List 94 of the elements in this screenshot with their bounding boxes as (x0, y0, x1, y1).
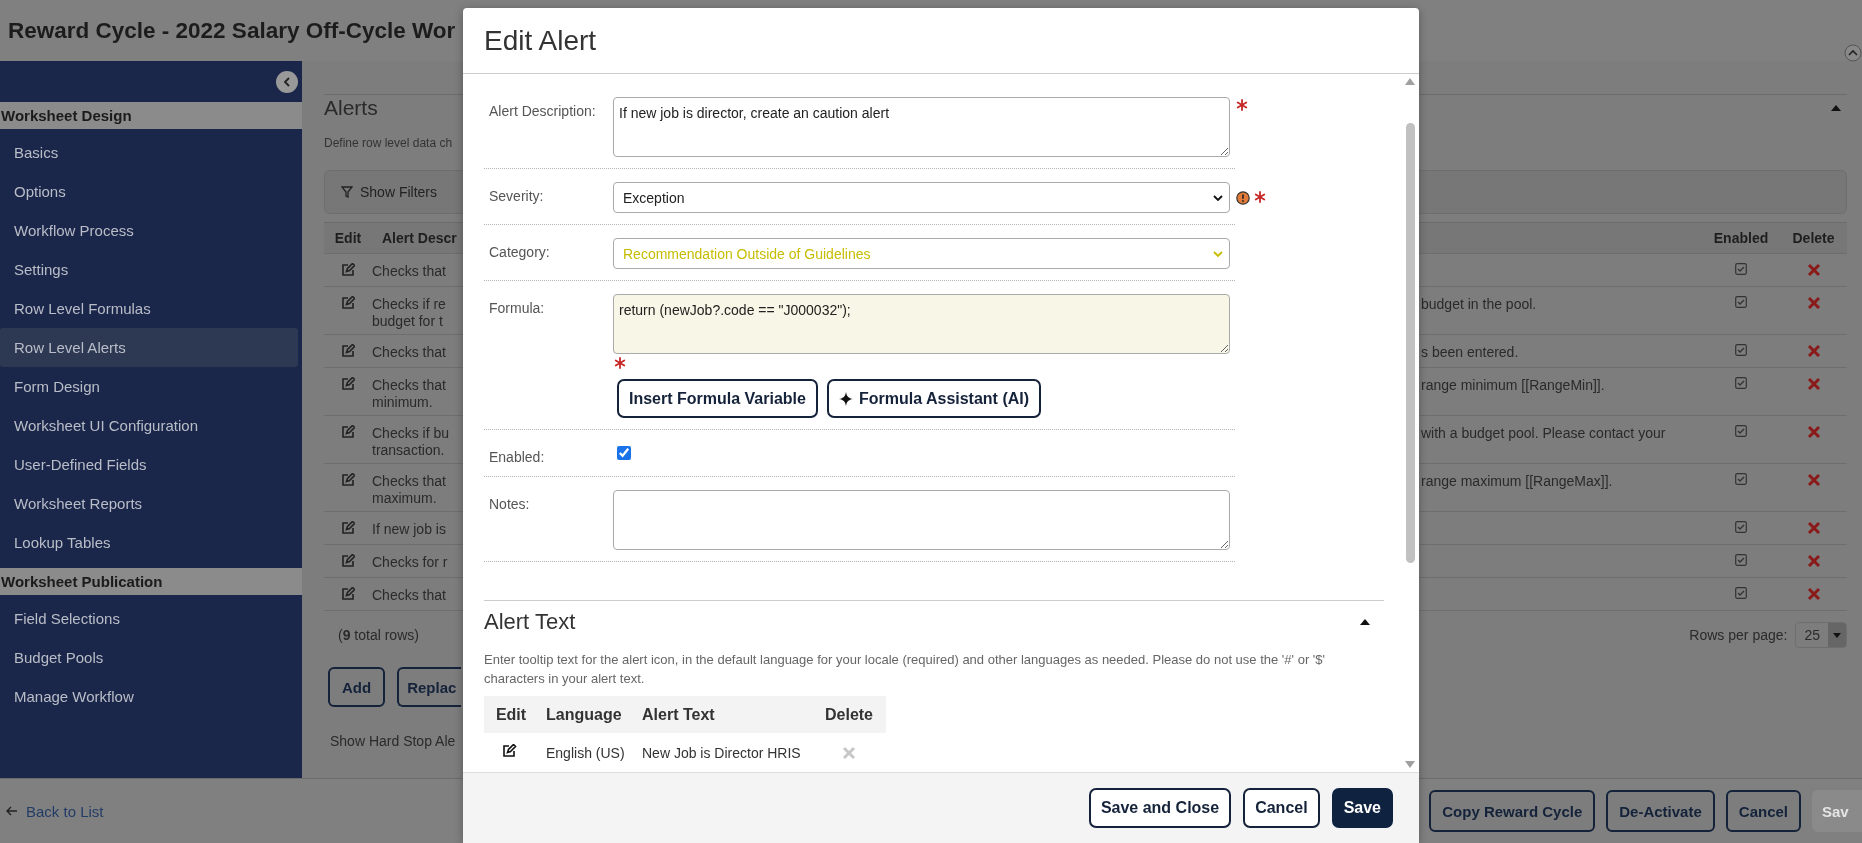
formula-field[interactable]: return (newJob?.code == "J000032"); (613, 294, 1230, 354)
field-label: Alert Description: (488, 102, 597, 121)
section-title: Alert Text (484, 609, 576, 635)
field-label: Formula: (488, 299, 546, 318)
table-cell-text: with a budget pool. Please contact your (1420, 424, 1667, 443)
collapse-icon[interactable] (1360, 619, 1370, 625)
column-header: Alert Descr (381, 230, 458, 246)
chevron-left-icon (283, 76, 291, 87)
scroll-up-arrow-icon[interactable] (1405, 78, 1415, 85)
sidebar-item[interactable]: Row Level Formulas (0, 289, 298, 328)
scroll-up-icon[interactable] (1844, 44, 1862, 62)
page-title: Reward Cycle - 2022 Salary Off-Cycle Wor (8, 17, 456, 44)
delete-icon[interactable] (1806, 377, 1821, 391)
column-header: Enabled (1712, 230, 1770, 246)
collapse-button[interactable] (276, 70, 298, 93)
section-title: Alerts (324, 95, 378, 120)
dialog-button[interactable]: Save (1331, 788, 1393, 828)
row-count: (9 total rows) (338, 627, 419, 643)
field-label: Notes: (488, 495, 531, 514)
caret-icon (1213, 250, 1223, 257)
sidebar-item[interactable]: Row Level Alerts (0, 328, 298, 367)
dialog-title: Edit Alert (484, 24, 597, 57)
sparkle-icon (838, 391, 853, 406)
sidebar-item[interactable]: Manage Workflow (0, 677, 298, 716)
field-label: Enabled: (488, 448, 546, 465)
filter-icon (341, 186, 353, 198)
table-cell-text: Checks if re budget for t (372, 295, 447, 331)
column-header: Delete (824, 705, 874, 724)
delete-icon[interactable] (1806, 263, 1821, 277)
column-header: Language (545, 705, 623, 724)
help-text: Enter tooltip text for the alert icon, in the default language for your locale (required) and other languages as needed. Please do not use the '#' or '$' characters in your alert text. (484, 651, 1327, 688)
text-area[interactable] (613, 490, 1230, 550)
sidebar-item[interactable]: Worksheet Reports (0, 484, 298, 523)
column-header: Alert Text (641, 705, 716, 724)
sidebar-item[interactable]: Worksheet UI Configuration (0, 406, 298, 445)
table-cell-text: If new job is (372, 520, 447, 539)
action-button[interactable]: Replac (397, 667, 462, 707)
sidebar-item[interactable]: Field Selections (0, 599, 298, 638)
section-header: Worksheet Design (0, 102, 302, 129)
sidebar-item[interactable]: Options (0, 172, 298, 211)
rows-per-page-select[interactable]: 25 (1795, 622, 1847, 648)
column-header: Edit (494, 705, 528, 724)
delete-icon[interactable] (1806, 473, 1821, 487)
scrollbar-thumb[interactable] (1405, 123, 1415, 563)
table-cell-text: range maximum [[RangeMax]]. (1420, 472, 1614, 491)
text-area[interactable]: If new job is director, create an caution alert (613, 97, 1230, 157)
column-header: Edit (333, 230, 363, 246)
table-cell-text: Checks that maximum. (372, 472, 447, 508)
rows-per-page-label: Rows per page: (1689, 627, 1788, 643)
footer-button[interactable]: Copy Reward Cycle (1429, 790, 1596, 832)
section-header: Worksheet Publication (0, 568, 302, 595)
field-label: Category: (488, 243, 551, 262)
show-filters-button[interactable]: Show Filters (341, 184, 438, 200)
sidebar-item[interactable]: Settings (0, 250, 298, 289)
table-cell-text: Checks for r (372, 553, 449, 572)
sidebar-item[interactable]: Budget Pools (0, 638, 298, 677)
assistant-button[interactable]: Formula Assistant (AI) (826, 379, 1042, 418)
delete-icon[interactable] (1806, 296, 1821, 310)
dialog-button[interactable]: Cancel (1243, 788, 1320, 828)
sidebar-item[interactable]: User-Defined Fields (0, 445, 298, 484)
table-cell-text: Checks if bu transaction. (372, 424, 451, 460)
caret-icon (1213, 194, 1223, 201)
insert-variable-button[interactable]: Insert Formula Variable (617, 379, 818, 418)
description-text: Define row level data ch (324, 135, 454, 152)
arrow-left-icon (6, 806, 18, 816)
option-label: Show Hard Stop Ale (329, 733, 457, 749)
footer-button[interactable]: Cancel (1725, 790, 1801, 832)
column-header: Delete (1791, 230, 1836, 246)
dialog-button[interactable]: Save and Close (1088, 788, 1232, 828)
caret-icon (1833, 632, 1841, 638)
checkbox[interactable] (617, 446, 631, 460)
table-cell-text: English (US) (545, 744, 626, 761)
sidebar-item[interactable]: Workflow Process (0, 211, 298, 250)
sidebar-item[interactable]: Basics (0, 133, 298, 172)
dropdown[interactable]: Exception (613, 182, 1230, 213)
footer-button[interactable]: De-Activate (1606, 790, 1715, 832)
table-cell-text: Checks that minimum. (372, 376, 447, 412)
delete-icon[interactable] (1806, 587, 1821, 601)
delete-icon[interactable] (1806, 554, 1821, 568)
table-cell-text: Checks that (372, 262, 447, 281)
table-cell-text: Checks that (372, 586, 447, 605)
table-cell-text: range minimum [[RangeMin]]. (1420, 376, 1606, 395)
delete-icon[interactable] (1806, 425, 1821, 439)
field-label: Severity: (488, 187, 545, 206)
sidebar-item[interactable]: Lookup Tables (0, 523, 298, 562)
action-button[interactable]: Add (328, 667, 386, 707)
delete-icon[interactable] (1806, 344, 1821, 358)
table-cell-text: New Job is Director HRIS (641, 744, 802, 761)
delete-icon[interactable] (1806, 521, 1821, 535)
sidebar-item[interactable]: Form Design (0, 367, 298, 406)
table-cell-text: Checks that (372, 343, 447, 362)
table-cell-text: s been entered. (1420, 343, 1520, 362)
scroll-down-arrow-icon[interactable] (1405, 761, 1415, 768)
table-cell-text: budget in the pool. (1420, 295, 1538, 314)
